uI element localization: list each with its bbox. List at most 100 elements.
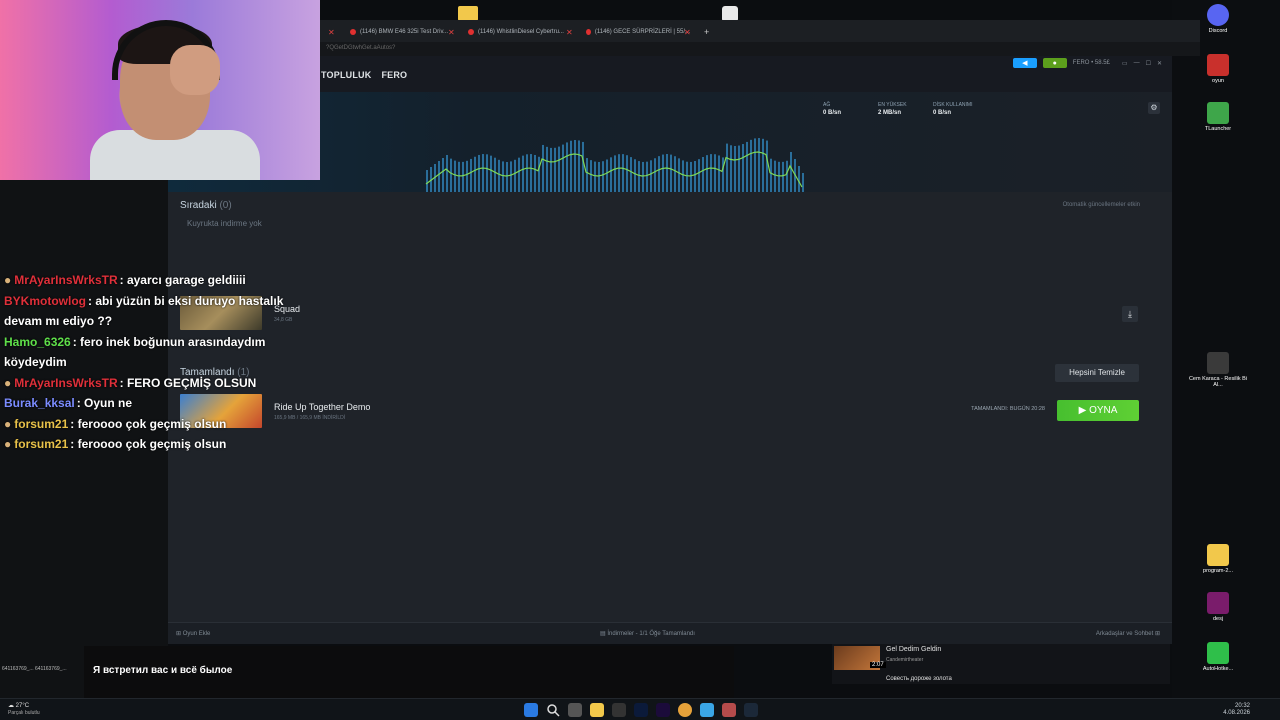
address-bar[interactable]: ?QGetDGtwhGet.aAutos? [320,42,1200,56]
graph-bar [778,161,780,192]
graph-bar [658,156,660,192]
add-game-button[interactable]: ⊞ Oyun Ekle [176,630,210,637]
graph-bar [558,146,560,192]
tab-label: (1146) GECE SÜRPRİZLERİ | 55/... [594,29,690,35]
tab-close-icon[interactable]: ✕ [684,24,691,40]
desktop-icon-oyun[interactable]: oyun [1188,54,1248,84]
chat-username: MrAyarInsWrksTR [14,273,118,287]
graph-bar [610,157,612,192]
graph-bar [586,158,588,192]
browser-tab[interactable]: (1146) GECE SÜRPRİZLERİ | 55/... [586,24,690,40]
desktop-icon-cem-karaca[interactable]: Cem Karaca - Resilik Bi Al... [1188,352,1248,388]
desktop-icon-autohotkey[interactable]: AutoHotke... [1188,642,1248,672]
discord-icon [1207,4,1229,26]
graph-bar [618,154,620,192]
big-picture-icon[interactable]: ▭ [1122,60,1128,67]
graph-bar [498,159,500,192]
graph-bar [646,161,648,192]
graph-bar [578,140,580,192]
graph-bar [482,154,484,192]
graph-bar [594,161,596,192]
graph-bar [790,152,792,192]
song-widget: 2:07 Gel Dedim Geldin Candemirtheater Со… [832,644,1170,684]
graph-bar [706,155,708,192]
autohotkey-icon [1207,642,1229,664]
downloads-status[interactable]: ▤ İndirmeler - 1/1 Öğe Tamamlandı [600,630,695,637]
task-view-icon[interactable] [568,703,582,717]
chat-text: : Oyun ne [76,396,133,410]
song-title[interactable]: Gel Dedim Geldin [886,646,941,653]
graph-bar [446,155,448,192]
desktop-icon-program[interactable]: program-2... [1188,544,1248,574]
graph-bar [782,161,784,192]
chat-text: : ayarcı garage geldiiii [119,273,246,287]
desktop-icon-desj[interactable]: desj [1188,592,1248,622]
chat-username: Burak_kksal [4,396,75,410]
file-explorer-icon[interactable] [590,703,604,717]
graph-bar [602,161,604,192]
chrome-icon[interactable] [678,703,692,717]
graph-bar [502,161,504,192]
queue-title: Sıradaki (0) [180,200,232,211]
app-icon[interactable] [612,703,626,717]
graph-bar [674,156,676,192]
completed-time: TAMAMLANDI: BUGÜN 20:28 [971,406,1045,412]
folder-icon[interactable] [458,6,478,21]
stat-disk: DİSK KULLANIMI 0 B/sn [933,102,973,116]
close-icon[interactable]: ✕ [1157,60,1162,67]
badge-icon: ● [4,437,12,451]
chat-overlay: ● MrAyarInsWrksTR: ayarcı garage geldiiii… [4,270,304,455]
tab-label: (1146) WhistlinDiesel Cybertru... [478,29,564,35]
overlay-small-text: 641163769_... 641163769_... [2,666,67,672]
song-next[interactable]: Совесть дороже золота [886,676,952,682]
start-icon[interactable] [524,703,538,717]
user-menu[interactable]: FERO • 58.5£ [1073,60,1110,66]
graph-bar [538,156,540,192]
graph-bar [494,157,496,192]
nav-community[interactable]: TOPLULUK [321,70,371,80]
nav-profile[interactable]: FERO [381,70,407,80]
chat-message: ● MrAyarInsWrksTR: ayarcı garage geldiiii [4,270,304,291]
desktop-icon-discord[interactable]: Discord [1188,4,1248,34]
weather-widget[interactable]: ☁ 27°C Parçalı bulutlu [8,703,40,717]
chat-text: : FERO GEÇMİŞ OLSUN [119,375,257,390]
friends-chat-button[interactable]: Arkadaşlar ve Sohbet ⊞ [1096,630,1160,637]
graph-bar [470,158,472,192]
notifications-button[interactable]: ● [1042,58,1067,68]
graph-bar [774,160,776,192]
steam-icon[interactable] [744,703,758,717]
desktop-icon-tlauncher[interactable]: TLauncher [1188,102,1248,132]
download-icon[interactable]: ⤓ [1122,306,1138,322]
play-button[interactable]: ▶ OYNA [1057,400,1139,421]
tab-close-icon[interactable]: ✕ [566,24,573,40]
settings-gear-icon[interactable]: ⚙ [1148,102,1160,114]
graph-bar [426,170,428,192]
minimize-icon[interactable]: — [1134,60,1140,66]
broadcast-button[interactable]: ◀ [1012,58,1037,68]
tab-close-icon[interactable]: ✕ [448,24,455,40]
search-icon[interactable] [546,703,560,717]
clear-all-button[interactable]: Hepsini Temizle [1055,364,1139,382]
badge-icon: ● [4,416,12,431]
photoshop-icon[interactable] [634,703,648,717]
premiere-icon[interactable] [656,703,670,717]
clock[interactable]: 20:32 4.08.2026 [1223,703,1250,717]
new-tab-button[interactable]: + [704,24,709,40]
game-icon [1207,54,1229,76]
maximize-icon[interactable]: ☐ [1146,60,1151,67]
graph-bar [798,166,800,192]
app-icon[interactable] [700,703,714,717]
graph-bar [622,154,624,192]
chat-text: : feroooo çok geçmiş olsun [70,416,227,431]
obs-icon[interactable] [722,703,736,717]
graph-bar [738,145,740,192]
auto-updates-label: Otomatik güncellemeler etkin [1062,202,1140,208]
video-file-icon [1207,352,1229,374]
browser-tab[interactable]: (1146) WhistlinDiesel Cybertru... [468,24,578,40]
webcam-overlay [0,0,320,180]
graph-bar [450,158,452,192]
chat-message: ● forsum21: feroooo çok geçmiş olsun [4,434,304,455]
graph-bar [686,161,688,192]
browser-tab-close[interactable]: ✕ [328,24,335,40]
tlauncher-icon [1207,102,1229,124]
